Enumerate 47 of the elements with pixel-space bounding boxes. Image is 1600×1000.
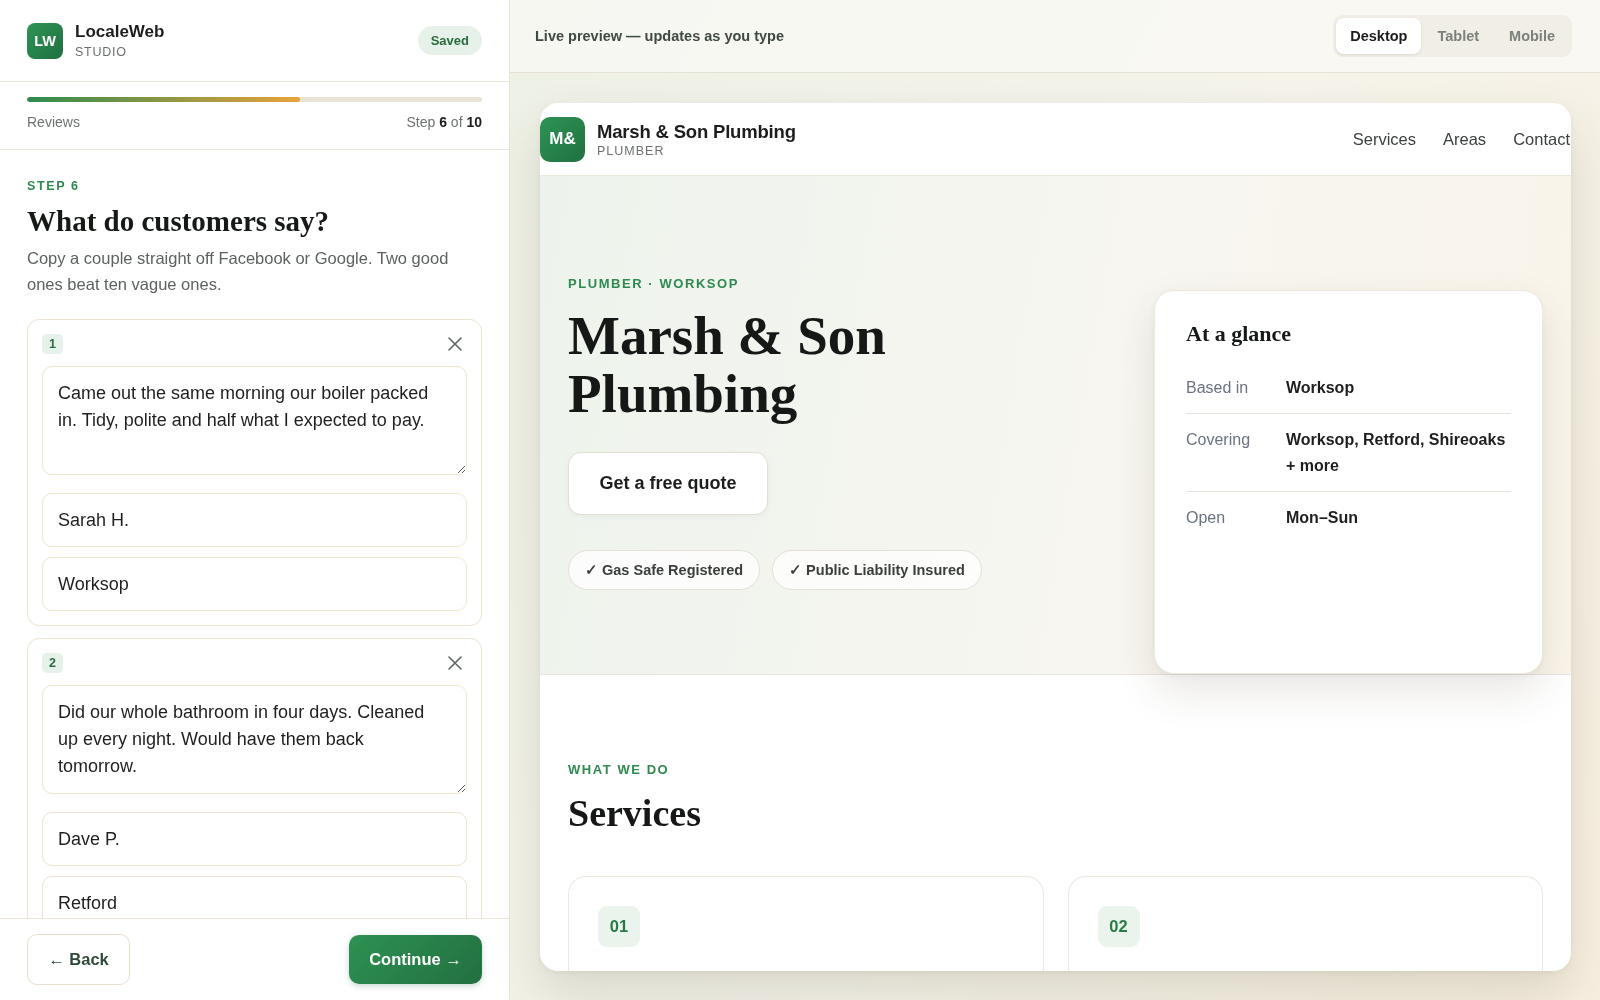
app-name: LocaleWeb	[75, 22, 165, 42]
glance-value: Mon–Sun	[1286, 508, 1359, 528]
glance-title: At a glance	[1186, 321, 1293, 347]
review-number: 1	[42, 334, 63, 354]
nav-link[interactable]: Services	[1352, 129, 1416, 149]
step-section-label: Reviews	[27, 114, 80, 130]
trust-chip: ✓ Gas Safe Registered	[568, 550, 761, 590]
glance-label: Open	[1186, 508, 1227, 528]
services-title: Services	[568, 791, 702, 835]
trust-chip: ✓ Public Liability Insured	[772, 550, 982, 590]
reviewer-name-field[interactable]: Sarah H.	[42, 493, 467, 547]
step-description: Copy a couple straight off Facebook or Google. Two good ones beat ten vague ones.	[27, 248, 450, 295]
save-status-badge: Saved	[417, 26, 482, 55]
device-tab[interactable]: Desktop	[1336, 18, 1422, 54]
review-number: 2	[42, 653, 63, 673]
close-icon	[448, 656, 462, 670]
step-title: What do customers say?	[27, 204, 331, 238]
hero-title: Marsh & Son Plumbing	[568, 307, 887, 423]
remove-review-button[interactable]	[446, 654, 464, 672]
glance-value: Worksop, Retford, Shireoaks + more	[1286, 430, 1507, 476]
reviewer-location-field[interactable]: Retford	[42, 876, 467, 918]
services-eyebrow: WHAT WE DO	[568, 762, 671, 777]
business-trade: PLUMBER	[597, 143, 666, 158]
glance-label: Based in	[1186, 378, 1250, 398]
close-icon	[448, 337, 462, 351]
business-name: Marsh & Son Plumbing	[597, 120, 796, 143]
back-button[interactable]: ← Back	[27, 934, 130, 985]
preview-caption: Live preview — updates as you type	[535, 28, 784, 44]
step-counter: Step 6 of 10	[406, 114, 482, 130]
continue-button[interactable]: Continue →	[349, 935, 482, 984]
app-logo: LW	[27, 22, 63, 59]
nav-link[interactable]: Areas	[1443, 129, 1487, 149]
nav-link[interactable]: Contact	[1513, 129, 1570, 149]
hero-eyebrow: PLUMBER · WORKSOP	[568, 276, 740, 291]
service-number: 02	[1097, 906, 1140, 947]
quote-button[interactable]: Get a free quote	[568, 452, 768, 515]
reviewer-name-field[interactable]: Dave P.	[42, 812, 467, 866]
reviewer-location-field[interactable]: Worksop	[42, 557, 467, 611]
service-number: 01	[598, 906, 640, 947]
review-text-field[interactable]: Did our whole bathroom in four days. Cleaned up every night. Would have them back tomorrow.	[42, 685, 467, 794]
glance-label: Covering	[1186, 430, 1252, 450]
remove-review-button[interactable]	[446, 335, 464, 353]
glance-value: Worksop	[1286, 378, 1356, 398]
site-logo: M&	[540, 116, 585, 162]
review-text-field[interactable]: Came out the same morning our boiler packed in. Tidy, polite and half what I expected to pay.	[42, 366, 467, 475]
step-eyebrow: STEP 6	[27, 179, 81, 193]
app-subtitle: STUDIO	[75, 45, 128, 59]
